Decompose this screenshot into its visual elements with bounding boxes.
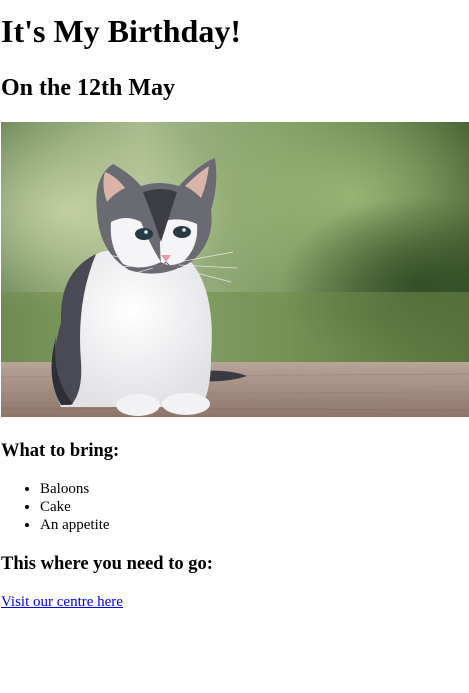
visit-centre-link[interactable]: Visit our centre here — [1, 594, 123, 611]
page-title: It's My Birthday! — [1, 13, 241, 49]
date-heading: On the 12th May — [1, 75, 175, 101]
list-item: An appetite — [40, 516, 110, 534]
kitten-photo — [1, 122, 469, 417]
list-item: Baloons — [40, 480, 110, 498]
location-heading: This where you need to go: — [1, 554, 213, 574]
bring-list: Baloons Cake An appetite — [0, 480, 110, 534]
list-item: Cake — [40, 498, 110, 516]
what-to-bring-heading: What to bring: — [1, 441, 120, 461]
